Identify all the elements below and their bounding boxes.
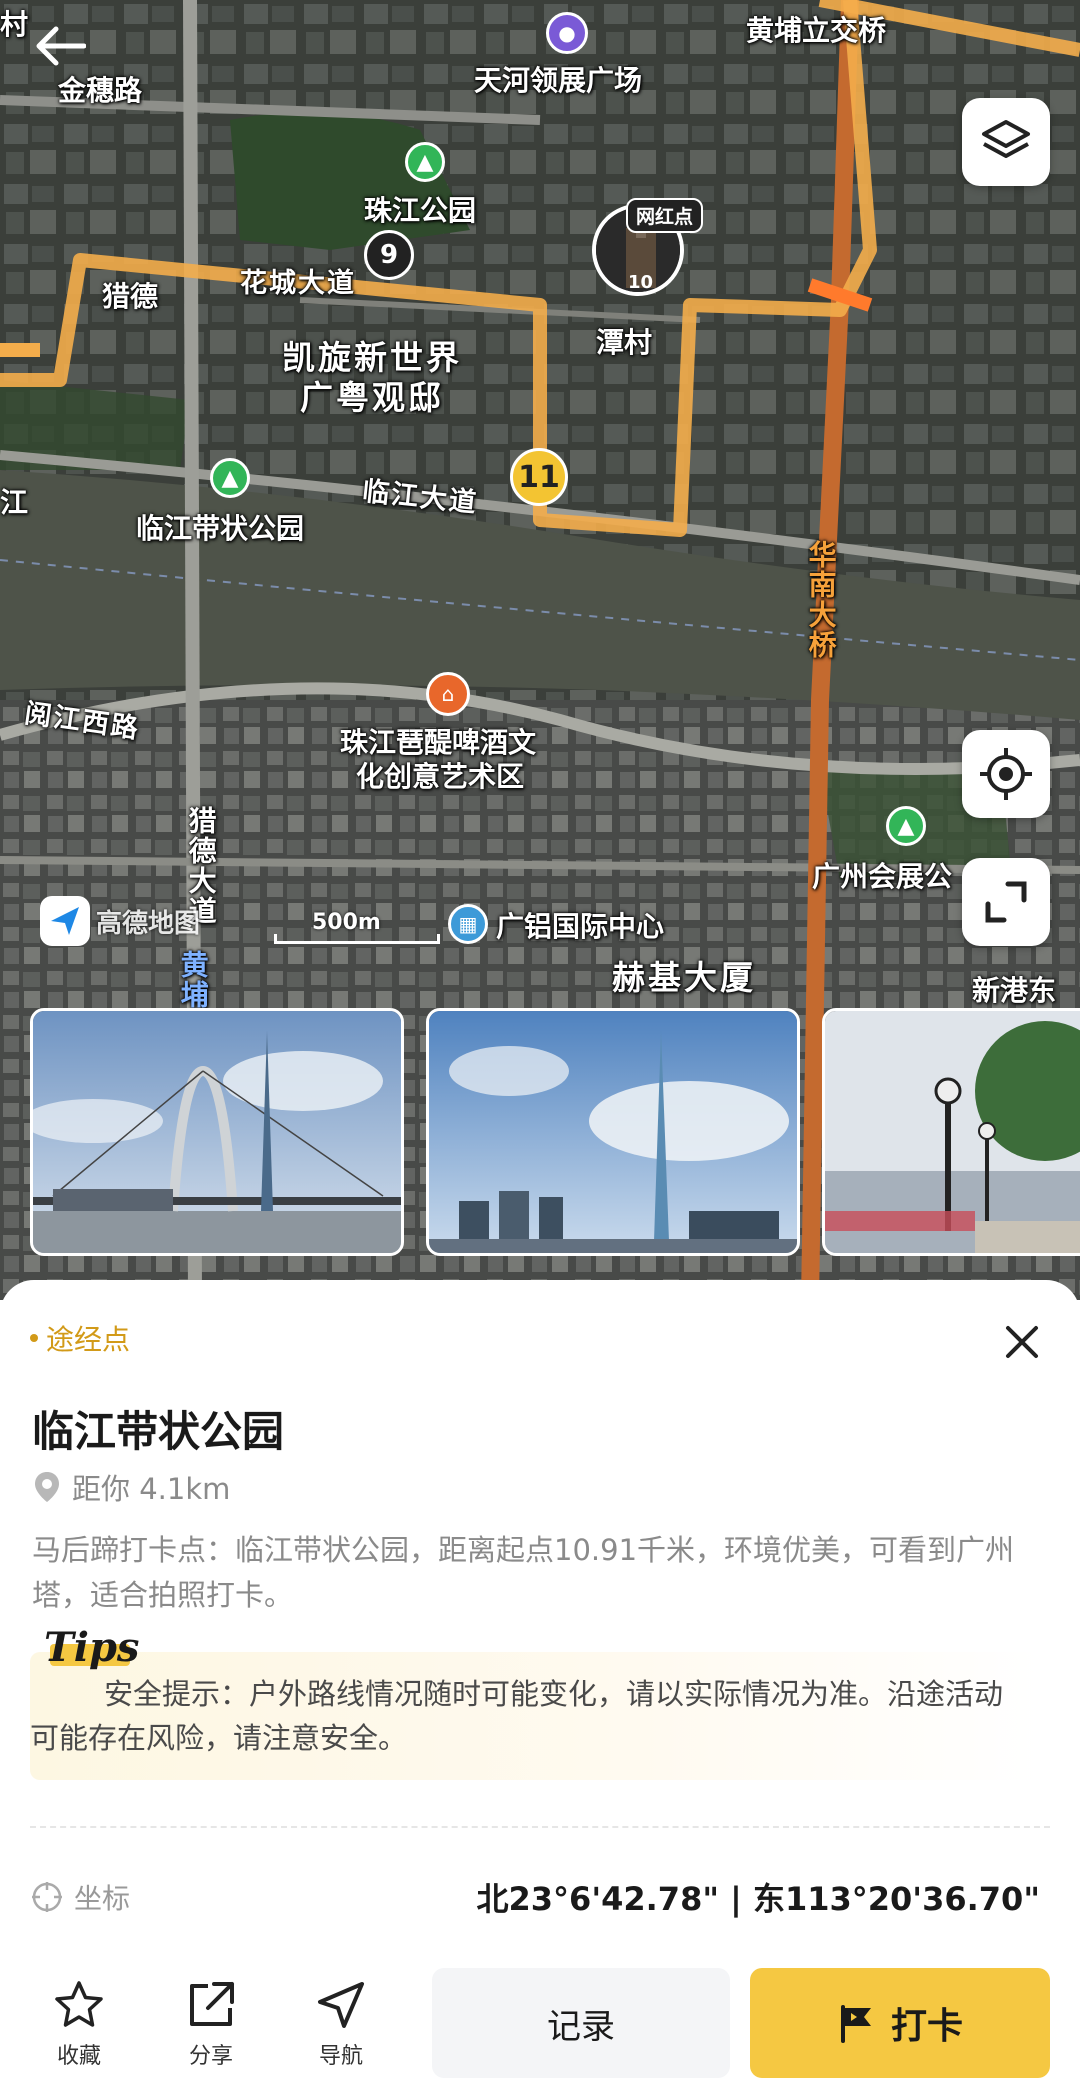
navigation-arrow-icon xyxy=(318,1982,364,2028)
scale-text: 500m xyxy=(312,910,381,935)
close-button[interactable] xyxy=(1000,1320,1044,1364)
map-label: 潭村 xyxy=(596,326,653,359)
layers-button[interactable] xyxy=(962,98,1050,186)
photo-thumbnail[interactable] xyxy=(822,1008,1080,1256)
map-label: 村 xyxy=(0,8,29,41)
action-bar: 收藏 分享 导航 记录 打卡 xyxy=(0,1960,1080,2080)
poi-distance: 距你 4.1km xyxy=(34,1466,230,1508)
poi-description: 马后蹄打卡点：临江带状公园，距离起点10.91千米，环境优美，可看到广州塔，适合… xyxy=(32,1533,1015,1612)
coordinate-row[interactable]: 坐标 北23°6'42.78" | 东113°20'36.70" xyxy=(30,1872,1040,1922)
scale-bar xyxy=(274,934,440,944)
map-label: 凯旋新世界 xyxy=(282,338,462,377)
waypoint-number-10: 10 xyxy=(628,272,654,293)
map-label: 广粤观邸 xyxy=(300,378,444,417)
map-label: 珠江公园 xyxy=(364,194,477,227)
park-pin-icon[interactable]: ▲ xyxy=(210,458,250,498)
map-view[interactable]: 村 金穗路 ● 天河领展广场 黄埔立交桥 ▲ 珠江公园 9 猎德 花城大道 网红… xyxy=(0,0,1080,1300)
map-label: 黄埔立交桥 xyxy=(746,14,887,47)
map-provider-name: 高德地图 xyxy=(96,908,201,939)
tips-text: 安全提示：户外路线情况随时可能变化，请以实际情况为准。沿途活动可能存在风险，请注… xyxy=(30,1677,1004,1755)
map-label: 天河领展广场 xyxy=(474,64,643,97)
flag-icon xyxy=(840,2005,871,2043)
map-label: 化创意艺术区 xyxy=(356,760,525,793)
divider xyxy=(30,1826,1050,1828)
poi-title: 临江带状公园 xyxy=(32,1407,285,1456)
map-provider-logo: 高德地图 xyxy=(40,896,200,946)
waypoint-marker-9[interactable]: 9 xyxy=(364,230,414,280)
map-label: 新港东 xyxy=(972,974,1057,1007)
checkin-label: 打卡 xyxy=(890,2006,963,2047)
map-scale: 500m xyxy=(272,910,442,950)
share-button[interactable]: 分享 xyxy=(166,1978,256,2070)
map-label: 金穗路 xyxy=(58,74,143,107)
locate-icon xyxy=(980,748,1032,800)
hot-spot-tag: 网红点 xyxy=(626,198,704,233)
waypoint-marker-11[interactable]: 11 xyxy=(510,448,568,506)
tips-logo: Tips xyxy=(44,1624,140,1671)
map-label: 黄埔 xyxy=(176,950,210,1010)
record-button[interactable]: 记录 xyxy=(432,1968,730,2078)
map-label: 珠江琶醍啤酒文 xyxy=(340,726,537,759)
navigate-label: 导航 xyxy=(318,2044,363,2069)
map-label: 赫基大厦 xyxy=(612,958,756,997)
photo-thumbnail[interactable] xyxy=(426,1008,800,1256)
coordinate-value: 北23°6'42.78" | 东113°20'36.70" xyxy=(476,1880,1040,1918)
photo-thumbnail[interactable] xyxy=(30,1008,404,1256)
location-pin-icon xyxy=(35,1472,59,1502)
poi-detail-sheet: 途经点 临江带状公园 距你 4.1km 马后蹄打卡点：临江带状公园，距离起点10… xyxy=(0,1280,1080,2091)
expand-button[interactable] xyxy=(962,858,1050,946)
building-pin-icon[interactable]: ▦ xyxy=(448,904,488,944)
locate-button[interactable] xyxy=(962,730,1050,818)
crosshair-icon xyxy=(32,1882,62,1912)
map-label: 江 xyxy=(0,486,29,519)
checkin-button[interactable]: 打卡 xyxy=(750,1968,1050,2078)
poi-type-tag: 途经点 xyxy=(30,1318,130,1358)
park-pin-icon[interactable]: ▲ xyxy=(886,806,926,846)
expand-icon xyxy=(985,881,1027,923)
tips-box: Tips 安全提示：户外路线情况随时可能变化，请以实际情况为准。沿途活动可能存在… xyxy=(30,1624,1040,1780)
share-label: 分享 xyxy=(188,2044,233,2069)
canton-tower-bridge-photo xyxy=(33,1011,401,1253)
map-label: 花城大道 xyxy=(240,268,356,299)
map-label: 猎德 xyxy=(102,280,159,313)
poi-type-label: 途经点 xyxy=(46,1323,131,1356)
tag-dot xyxy=(30,1334,38,1342)
coordinate-label: 坐标 xyxy=(30,1877,130,1917)
amap-logo-icon xyxy=(40,896,90,946)
riverside-walkway-photo xyxy=(825,1011,1080,1253)
shopping-pin-icon[interactable]: ● xyxy=(546,12,588,54)
favorite-label: 收藏 xyxy=(56,2044,101,2069)
distance-text: 距你 4.1km xyxy=(72,1472,231,1506)
map-label: 华南大桥 xyxy=(804,540,838,660)
map-label: 广铝国际中心 xyxy=(496,910,665,943)
canton-tower-skyline-photo xyxy=(429,1011,797,1253)
share-icon xyxy=(190,1982,234,2026)
back-button[interactable] xyxy=(28,14,92,78)
coordinate-label-text: 坐标 xyxy=(74,1882,131,1915)
landmark-pin-icon[interactable]: ⌂ xyxy=(426,672,470,716)
back-arrow-icon xyxy=(36,26,86,66)
photo-carousel[interactable] xyxy=(30,1008,1080,1256)
close-icon xyxy=(1006,1326,1038,1358)
favorite-button[interactable]: 收藏 xyxy=(34,1978,124,2070)
park-pin-icon[interactable]: ▲ xyxy=(405,142,445,182)
map-label: 临江带状公园 xyxy=(136,512,305,545)
layers-icon xyxy=(982,120,1030,158)
map-label: 广州会展公 xyxy=(812,860,953,893)
star-icon xyxy=(55,1981,103,2027)
navigate-button[interactable]: 导航 xyxy=(296,1978,386,2070)
